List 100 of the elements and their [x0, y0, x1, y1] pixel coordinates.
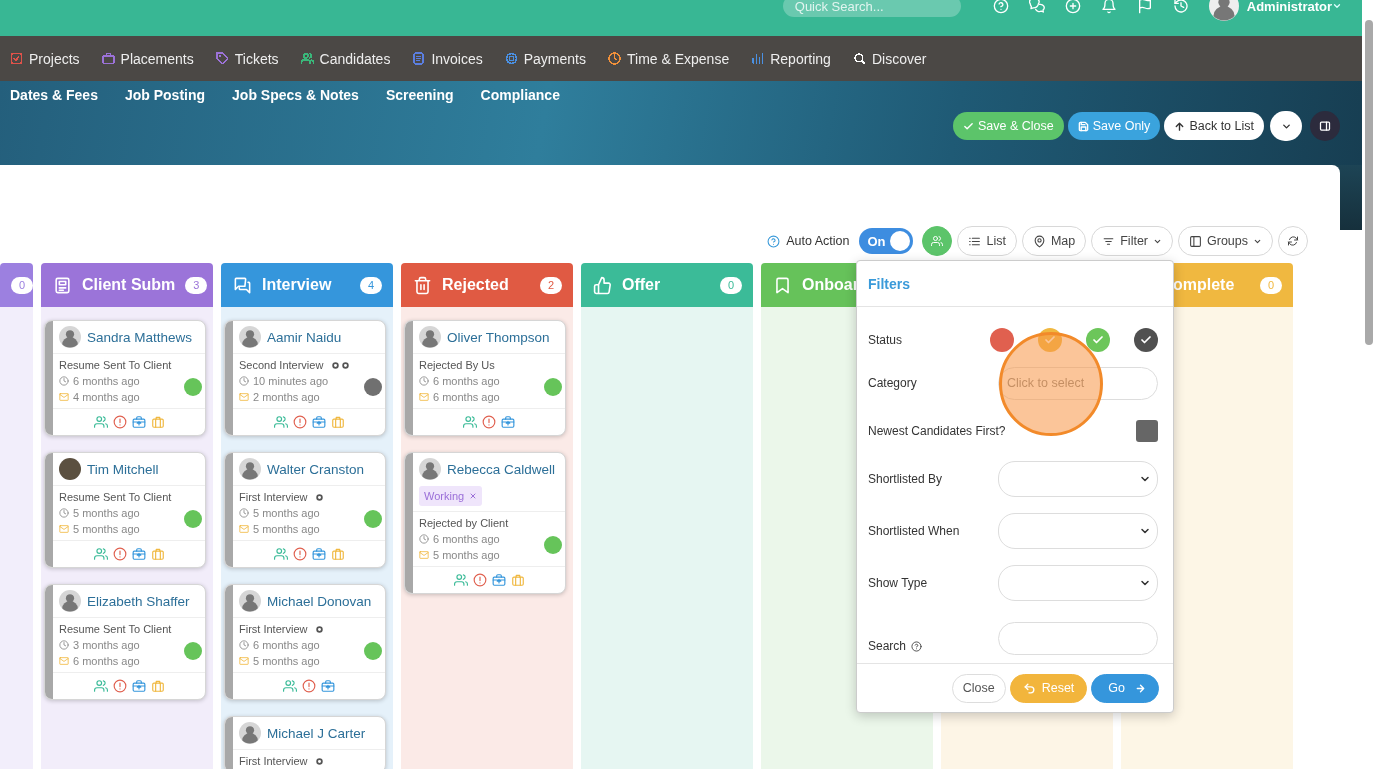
- column-title: Client Subm: [82, 276, 176, 294]
- suitcase-icon[interactable]: [150, 547, 165, 561]
- popup-title: Filters: [868, 275, 910, 292]
- filter-dropdown-button[interactable]: Filter: [1091, 226, 1173, 256]
- flag-icon[interactable]: [1136, 0, 1153, 14]
- nav-link[interactable]: Payments: [504, 50, 586, 67]
- avatar-icon: [1208, 0, 1239, 21]
- nav-link[interactable]: Time & Expense: [608, 50, 730, 67]
- candidate-name[interactable]: Walter Cranston: [267, 461, 365, 477]
- medical-bag-icon[interactable]: [491, 573, 506, 587]
- nav-link[interactable]: Tickets: [215, 50, 279, 67]
- status-filter-option[interactable]: [990, 328, 1014, 352]
- chat-icon[interactable]: [1028, 0, 1045, 14]
- undo-icon: [1022, 681, 1036, 695]
- alert-icon[interactable]: [292, 415, 307, 429]
- scrollbar-thumb[interactable]: [1365, 20, 1373, 345]
- search-field[interactable]: [998, 622, 1158, 655]
- section-tab[interactable]: Job Specs & Notes: [232, 87, 359, 103]
- section-tab[interactable]: Compliance: [480, 87, 560, 103]
- nav-link[interactable]: Discover: [852, 50, 927, 67]
- candidates-button[interactable]: [922, 226, 953, 256]
- count-badge: 0: [11, 276, 33, 294]
- suitcase-icon[interactable]: [150, 415, 165, 429]
- time-text: 5 months ago: [253, 523, 320, 535]
- medical-bag-icon[interactable]: [501, 415, 515, 429]
- groups-dropdown-button[interactable]: Groups: [1178, 226, 1273, 256]
- alert-icon[interactable]: [112, 679, 127, 693]
- time-text: 3 months ago: [73, 639, 140, 651]
- users-icon[interactable]: [273, 547, 288, 561]
- nav-link[interactable]: Invoices: [412, 50, 483, 67]
- suitcase-icon[interactable]: [510, 573, 525, 587]
- medical-bag-icon[interactable]: [131, 679, 146, 693]
- suitcase-icon[interactable]: [330, 547, 345, 561]
- status-text: First Interview: [239, 623, 308, 635]
- users-icon[interactable]: [273, 415, 288, 429]
- select-field[interactable]: [998, 513, 1158, 549]
- medical-bag-icon[interactable]: [131, 547, 146, 561]
- alert-icon[interactable]: [112, 547, 127, 561]
- close-icon[interactable]: [469, 492, 478, 500]
- select-field[interactable]: [998, 461, 1158, 497]
- chevron-down-icon[interactable]: [1332, 1, 1342, 11]
- section-tab[interactable]: Job Posting: [124, 87, 206, 103]
- nav-link[interactable]: Reporting: [751, 50, 831, 67]
- bell-icon[interactable]: [1100, 0, 1117, 14]
- alert-icon[interactable]: [472, 573, 487, 587]
- candidate-name[interactable]: Aamir Naidu: [267, 329, 342, 345]
- alert-icon[interactable]: [482, 415, 496, 429]
- users-icon[interactable]: [283, 679, 297, 693]
- time-text: 5 months ago: [433, 549, 500, 561]
- help-icon[interactable]: [767, 234, 781, 248]
- close-button[interactable]: Close: [951, 673, 1006, 703]
- section-tab[interactable]: Dates & Fees: [10, 87, 98, 103]
- users-icon[interactable]: [463, 415, 477, 429]
- alert-icon[interactable]: [302, 679, 316, 693]
- users-icon[interactable]: [93, 679, 108, 693]
- users-icon[interactable]: [453, 573, 468, 587]
- nav-link[interactable]: Candidates: [300, 50, 391, 67]
- panel-toggle-button[interactable]: [1310, 111, 1340, 141]
- time-text: 2 months ago: [253, 391, 320, 403]
- map-view-button[interactable]: Map: [1021, 226, 1087, 256]
- status-text: First Interview: [239, 491, 308, 503]
- clock-icon: [419, 376, 429, 386]
- candidate-name[interactable]: Rebecca Caldwell: [447, 461, 556, 477]
- dropdown-button[interactable]: [1270, 111, 1302, 141]
- help-icon[interactable]: [911, 640, 923, 652]
- users-icon[interactable]: [93, 415, 108, 429]
- list-view-button[interactable]: List: [957, 226, 1017, 256]
- suitcase-icon[interactable]: [150, 679, 165, 693]
- checkbox[interactable]: [1136, 420, 1158, 442]
- section-tab[interactable]: Screening: [385, 87, 454, 103]
- auto-action-toggle[interactable]: On: [859, 228, 914, 254]
- refresh-button[interactable]: [1278, 226, 1308, 256]
- document-icon: [53, 275, 72, 295]
- time-text: 6 months ago: [73, 375, 140, 387]
- candidate-name[interactable]: Elizabeth Shaffer: [87, 593, 190, 609]
- medical-bag-icon[interactable]: [131, 415, 146, 429]
- auto-action-label: Auto Action: [786, 234, 850, 248]
- candidate-name[interactable]: Michael Donovan: [267, 593, 372, 609]
- candidate-name[interactable]: Oliver Thompson: [447, 329, 550, 345]
- candidate-name[interactable]: Michael J Carter: [267, 725, 366, 741]
- medical-bag-icon[interactable]: [321, 679, 335, 693]
- candidate-name[interactable]: Sandra Matthews: [87, 329, 193, 345]
- back-to-list-button[interactable]: Back to List: [1164, 112, 1264, 140]
- mail-icon: [419, 550, 429, 560]
- medical-bag-icon[interactable]: [311, 415, 326, 429]
- medical-bag-icon[interactable]: [311, 547, 326, 561]
- nav-link[interactable]: Placements: [101, 50, 194, 67]
- check-icon: [1140, 334, 1152, 346]
- go-button[interactable]: Go: [1091, 673, 1159, 703]
- alert-icon[interactable]: [292, 547, 307, 561]
- users-icon[interactable]: [93, 547, 108, 561]
- candidate-name[interactable]: Tim Mitchell: [87, 461, 159, 477]
- arrow-up-icon: [1174, 120, 1186, 132]
- status-text: Second Interview: [239, 359, 324, 371]
- history-icon[interactable]: [1172, 0, 1189, 14]
- status-filter-option[interactable]: [1134, 328, 1158, 352]
- select-field[interactable]: [998, 565, 1158, 601]
- alert-icon[interactable]: [112, 415, 127, 429]
- nav-link[interactable]: Projects: [10, 50, 80, 67]
- suitcase-icon[interactable]: [330, 415, 345, 429]
